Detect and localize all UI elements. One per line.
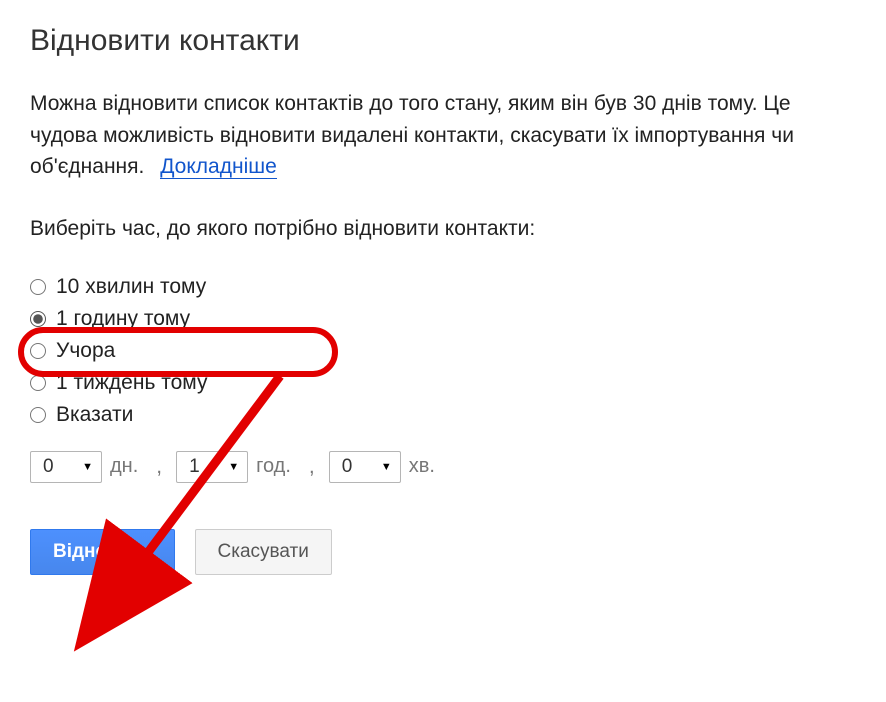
days-select[interactable]: 0 ▼ (30, 451, 102, 483)
caret-down-icon: ▼ (82, 461, 93, 473)
radio-input-10min[interactable] (30, 279, 46, 295)
caret-down-icon: ▼ (228, 461, 239, 473)
days-unit: дн. (110, 455, 138, 478)
hours-unit: год. (256, 455, 291, 478)
radio-option-yesterday[interactable]: Учора (30, 335, 856, 367)
custom-time-row: 0 ▼ дн. , 1 ▼ год. , 0 ▼ хв. (30, 451, 856, 483)
separator: , (309, 455, 315, 479)
dialog-buttons: Відновити Скасувати (30, 529, 856, 575)
hours-value: 1 (189, 456, 200, 478)
learn-more-link[interactable]: Докладніше (160, 155, 277, 179)
radio-input-1hour[interactable] (30, 311, 46, 327)
caret-down-icon: ▼ (381, 461, 392, 473)
time-radio-group: 10 хвилин тому 1 годину тому Учора 1 тиж… (30, 271, 856, 431)
hours-select[interactable]: 1 ▼ (176, 451, 248, 483)
description-body: Можна відновити список контактів до того… (30, 92, 794, 178)
radio-option-10min[interactable]: 10 хвилин тому (30, 271, 856, 303)
radio-option-1week[interactable]: 1 тиждень тому (30, 367, 856, 399)
time-prompt: Виберіть час, до якого потрібно відновит… (30, 217, 856, 241)
radio-label: 1 тиждень тому (56, 371, 207, 395)
radio-option-custom[interactable]: Вказати (30, 399, 856, 431)
cancel-button[interactable]: Скасувати (195, 529, 332, 575)
radio-label: 10 хвилин тому (56, 275, 206, 299)
radio-label: 1 годину тому (56, 307, 190, 331)
radio-input-yesterday[interactable] (30, 343, 46, 359)
restore-button[interactable]: Відновити (30, 529, 175, 575)
separator: , (156, 455, 162, 479)
days-value: 0 (43, 456, 54, 478)
minutes-unit: хв. (409, 455, 435, 478)
radio-label: Учора (56, 339, 115, 363)
page-title: Відновити контакти (30, 24, 856, 58)
radio-option-1hour[interactable]: 1 годину тому (30, 303, 856, 335)
minutes-value: 0 (342, 456, 353, 478)
minutes-select[interactable]: 0 ▼ (329, 451, 401, 483)
radio-input-custom[interactable] (30, 407, 46, 423)
radio-label: Вказати (56, 403, 133, 427)
description-text: Можна відновити список контактів до того… (30, 88, 856, 183)
radio-input-1week[interactable] (30, 375, 46, 391)
